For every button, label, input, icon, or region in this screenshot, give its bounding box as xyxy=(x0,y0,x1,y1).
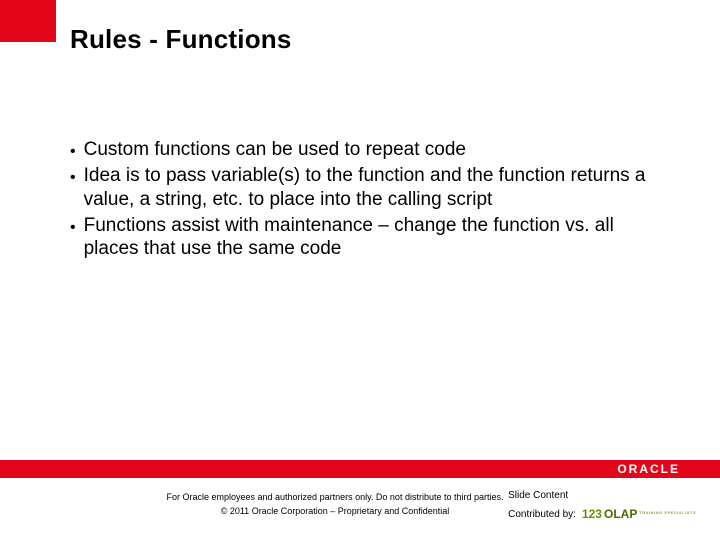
brand-color-block xyxy=(0,0,56,42)
bullet-icon: • xyxy=(70,142,76,162)
footer: For Oracle employees and authorized part… xyxy=(0,478,720,540)
bullet-list: • Custom functions can be used to repeat… xyxy=(70,138,660,263)
bullet-text: Functions assist with maintenance – chan… xyxy=(84,214,660,262)
bullet-text: Custom functions can be used to repeat c… xyxy=(84,138,660,162)
footer-disclaimer: For Oracle employees and authorized part… xyxy=(140,490,530,519)
brand-bar xyxy=(0,460,720,478)
bullet-icon: • xyxy=(70,168,76,188)
contributor-logo-sub: TRAINING SPECIALISTS xyxy=(639,510,696,516)
contributor-logo: 123OLAP TRAINING SPECIALISTS xyxy=(582,505,696,523)
footer-attribution: Slide Content Contributed by: 123OLAP TR… xyxy=(508,488,696,523)
bullet-icon: • xyxy=(70,218,76,238)
slide: Rules - Functions • Custom functions can… xyxy=(0,0,720,540)
footer-line2: © 2011 Oracle Corporation – Proprietary … xyxy=(140,504,530,518)
contributor-logo-left: 123 xyxy=(582,505,602,523)
contributor-logo-right: OLAP xyxy=(604,505,637,523)
slide-title: Rules - Functions xyxy=(70,24,292,55)
list-item: • Functions assist with maintenance – ch… xyxy=(70,214,660,262)
footer-right-line1: Slide Content xyxy=(508,488,696,503)
oracle-logo: ORACLE xyxy=(617,462,680,476)
footer-right-line2: Contributed by: xyxy=(508,507,576,522)
footer-line1: For Oracle employees and authorized part… xyxy=(140,490,530,504)
list-item: • Custom functions can be used to repeat… xyxy=(70,138,660,162)
list-item: • Idea is to pass variable(s) to the fun… xyxy=(70,164,660,212)
bullet-text: Idea is to pass variable(s) to the funct… xyxy=(84,164,660,212)
